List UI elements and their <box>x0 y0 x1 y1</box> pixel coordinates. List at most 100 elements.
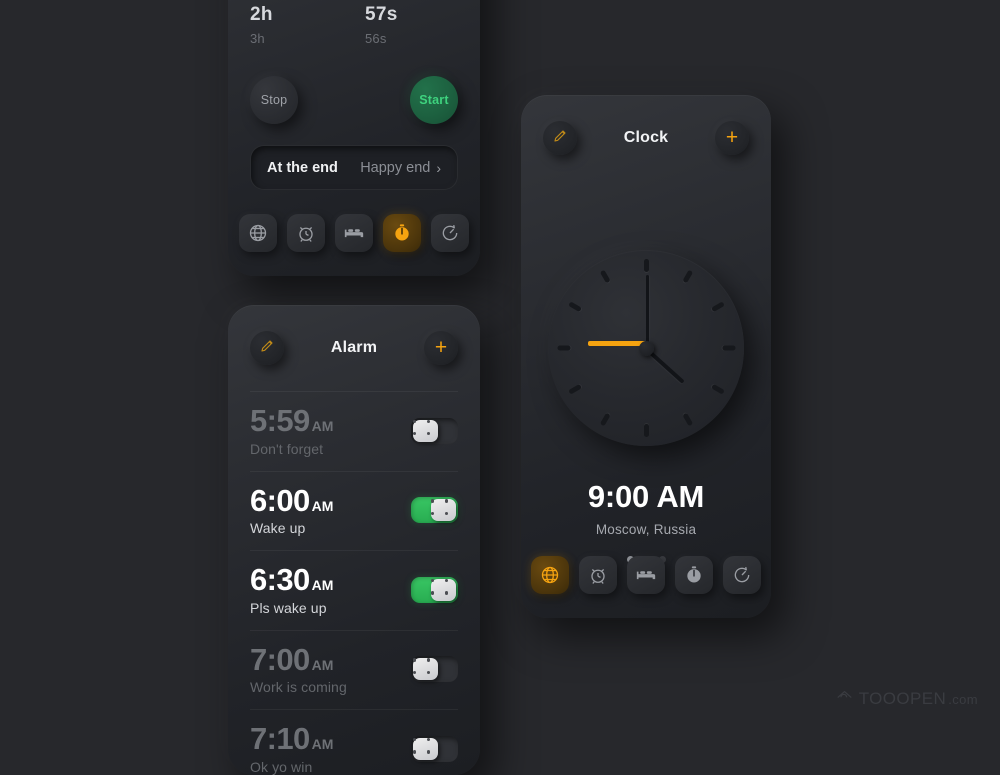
stop-button[interactable]: Stop <box>250 76 298 124</box>
timer-hours-value: 2h <box>250 4 273 25</box>
toggle-knob <box>431 578 456 601</box>
clock-second-hand <box>588 340 646 346</box>
alarm-icon <box>588 565 608 585</box>
at-the-end-row[interactable]: At the end Happy end › <box>250 145 458 190</box>
timer-icon <box>684 565 704 585</box>
timer-seconds-sub: 56s <box>365 31 387 46</box>
alarm-note: Don't forget <box>250 440 324 457</box>
tab-stopwatch[interactable] <box>431 214 469 252</box>
alarm-card-title: Alarm <box>330 339 378 356</box>
at-the-end-value-group: Happy end › <box>360 160 441 176</box>
at-the-end-label: At the end <box>267 159 338 176</box>
tab-world-clock[interactable] <box>239 214 277 252</box>
cloud-home-icon <box>836 688 853 710</box>
alarm-card: Alarm + 5:59 AM Don't forget 6:00 AM Wak… <box>228 305 480 775</box>
tab-alarm[interactable] <box>287 214 325 252</box>
tab-bedtime[interactable] <box>335 214 373 252</box>
analog-clock <box>548 250 744 446</box>
alarm-toggle[interactable] <box>411 735 458 762</box>
clock-tick <box>643 424 649 437</box>
tab-alarm[interactable] <box>579 556 617 594</box>
alarm-row-info: 6:00 AM Wake up <box>250 482 334 537</box>
stopwatch-icon <box>732 565 752 585</box>
timer-card: 3h 58s 2h 3h 57s 56s Stop Start At the e… <box>228 0 480 276</box>
alarm-note: Pls wake up <box>250 599 327 616</box>
clock-tick <box>567 383 582 395</box>
app-canvas: 3h 58s 2h 3h 57s 56s Stop Start At the e… <box>0 0 1000 775</box>
alarm-list: 5:59 AM Don't forget 6:00 AM Wake up 6:3… <box>228 391 480 775</box>
pencil-icon <box>259 338 275 359</box>
alarm-icon <box>296 223 316 243</box>
alarm-toggle[interactable] <box>411 417 458 444</box>
toggle-knob <box>413 658 438 681</box>
clock-add-button[interactable]: + <box>715 121 749 155</box>
clock-tick <box>567 301 582 313</box>
alarm-time: 7:10 <box>250 721 310 757</box>
clock-minute-hand <box>646 274 649 347</box>
alarm-row[interactable]: 6:00 AM Wake up <box>250 470 458 551</box>
alarm-meridiem: AM <box>311 497 334 514</box>
alarm-row-info: 7:10 AM Ok yo win <box>250 723 333 775</box>
alarm-time: 6:00 <box>250 482 310 518</box>
timer-tabbar <box>228 214 480 252</box>
at-the-end-value: Happy end <box>360 159 431 176</box>
clock-tick <box>681 412 693 427</box>
alarm-meridiem: AM <box>311 656 334 673</box>
clock-digital-time: 9:00 AM <box>587 479 705 514</box>
alarm-row[interactable]: 6:30 AM Pls wake up <box>250 550 458 630</box>
alarm-time: 6:30 <box>250 562 310 598</box>
alarm-meridiem: AM <box>311 418 334 434</box>
alarm-row[interactable]: 5:59 AM Don't forget <box>250 391 458 471</box>
alarm-row[interactable]: 7:10 AM Ok yo win <box>250 709 458 775</box>
timer-seconds-value: 57s <box>365 4 398 25</box>
alarm-time-group: 6:30 AM <box>250 564 333 597</box>
timer-seconds-readout[interactable]: 57s 56s <box>343 4 458 46</box>
clock-tick <box>722 345 735 351</box>
clock-tick <box>557 345 570 351</box>
watermark-suffix: .com <box>948 691 978 707</box>
stop-button-label: Stop <box>260 93 288 107</box>
alarm-note: Work is coming <box>250 679 347 696</box>
start-button[interactable]: Start <box>410 76 458 124</box>
timer-readouts: 2h 3h 57s 56s <box>228 4 480 46</box>
tab-timer[interactable] <box>675 556 713 594</box>
alarm-time-group: 7:00 AM <box>250 643 347 677</box>
alarm-meridiem: AM <box>311 577 334 594</box>
stopwatch-icon <box>440 223 460 243</box>
timer-hours-readout[interactable]: 2h 3h <box>250 4 343 46</box>
watermark: TOOOPEN .com <box>836 688 978 710</box>
plus-icon: + <box>434 335 448 359</box>
alarm-note: Ok yo win <box>250 758 313 775</box>
clock-edit-button[interactable] <box>543 121 577 155</box>
alarm-toggle[interactable] <box>411 576 458 603</box>
alarm-add-button[interactable]: + <box>424 331 458 365</box>
globe-icon <box>540 565 560 585</box>
alarm-row[interactable]: 7:00 AM Work is coming <box>250 629 458 710</box>
timer-hours-sub: 3h <box>250 31 265 46</box>
clock-tick <box>643 259 649 272</box>
clock-tabbar <box>521 556 771 594</box>
clock-tick <box>681 269 693 284</box>
alarm-time: 5:59 <box>250 403 310 438</box>
start-button-label: Start <box>419 93 449 107</box>
chevron-right-icon: › <box>436 159 441 176</box>
tab-world-clock[interactable] <box>531 556 569 594</box>
alarm-edit-button[interactable] <box>250 331 284 365</box>
toggle-knob <box>431 499 456 522</box>
watermark-name: TOOOPEN <box>858 689 947 708</box>
tab-bedtime[interactable] <box>627 556 665 594</box>
toggle-knob <box>413 419 438 442</box>
alarm-toggle[interactable] <box>411 497 458 524</box>
alarm-row-info: 6:30 AM Pls wake up <box>250 564 333 616</box>
alarm-time-group: 6:00 AM <box>250 482 334 518</box>
plus-icon: + <box>725 125 739 149</box>
tab-timer[interactable] <box>383 214 421 252</box>
alarm-note: Wake up <box>250 520 306 537</box>
alarm-time-group: 7:10 AM <box>250 723 333 756</box>
alarm-row-info: 7:00 AM Work is coming <box>250 643 347 696</box>
alarm-toggle[interactable] <box>411 656 458 683</box>
clock-pivot <box>638 340 654 356</box>
clock-location: Moscow, Russia <box>595 522 697 537</box>
tab-stopwatch[interactable] <box>723 556 761 594</box>
bed-icon <box>636 565 656 585</box>
